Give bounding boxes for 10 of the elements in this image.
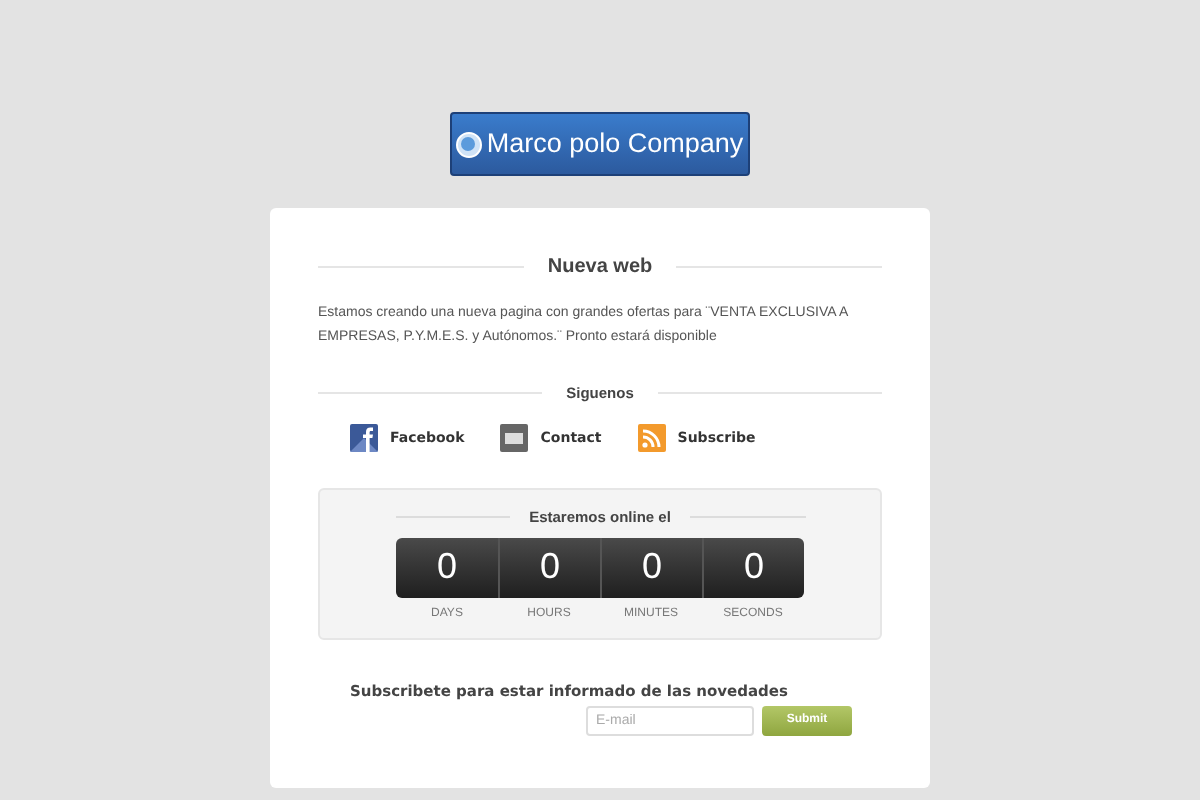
facebook-icon: [350, 424, 378, 453]
globe-icon: [456, 131, 483, 157]
countdown-digit: 0: [498, 537, 600, 597]
section-title: Nueva web: [547, 254, 653, 282]
countdown-digit: 0: [702, 537, 804, 597]
logo-text: Marco polo Company: [486, 130, 744, 158]
rss-icon: [637, 424, 666, 453]
countdown-digit: 0: [396, 537, 498, 597]
countdown-digit: 0: [600, 537, 702, 597]
mail-icon: [500, 424, 529, 453]
